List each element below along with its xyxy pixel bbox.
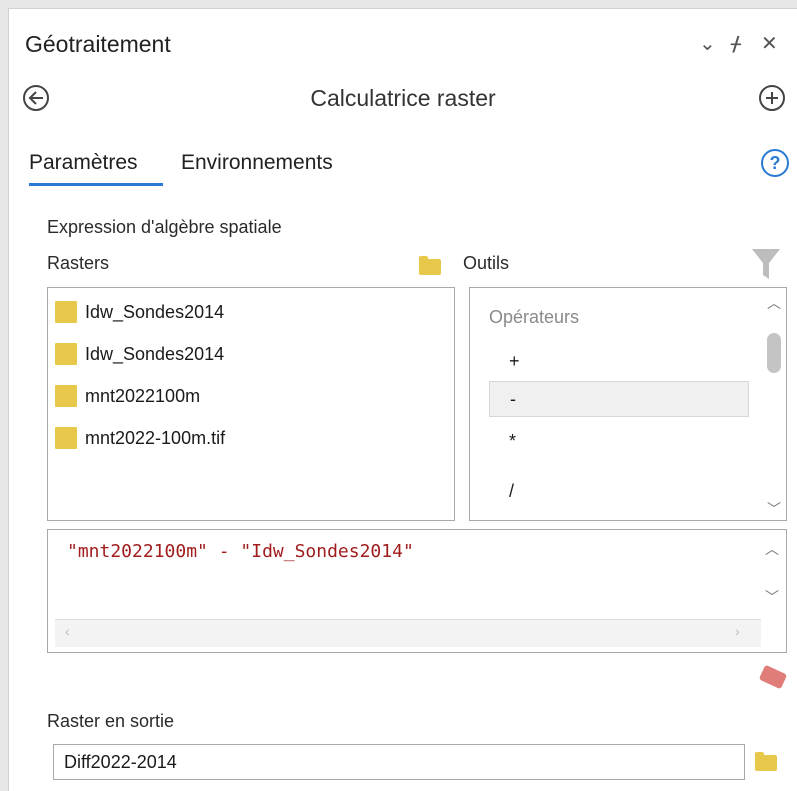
expr-scroll-left-icon[interactable]: ‹ <box>65 623 70 639</box>
operators-header: Opérateurs <box>489 307 580 327</box>
expr-horizontal-scrollbar[interactable] <box>55 619 761 647</box>
scroll-down-icon[interactable]: ﹀ <box>767 499 781 519</box>
expr-scroll-right-icon[interactable]: › <box>735 623 740 639</box>
browse-rasters-folder-icon[interactable] <box>419 256 443 275</box>
tab-environnements[interactable]: Environnements <box>181 151 333 175</box>
filter-icon[interactable] <box>751 247 781 286</box>
tab-parametres[interactable]: Paramètres <box>29 151 138 175</box>
tools-scrollbar-thumb[interactable] <box>767 333 781 373</box>
raster-layer-icon <box>55 301 77 323</box>
raster-item[interactable]: Idw_Sondes2014 <box>55 339 224 369</box>
raster-layer-icon <box>55 343 77 365</box>
raster-item-label: mnt2022-100m.tif <box>85 427 226 448</box>
operator-minus[interactable]: - <box>489 381 749 417</box>
outils-label: Outils <box>463 253 510 273</box>
pane-title: Géotraitement <box>25 31 171 57</box>
output-raster-input[interactable] <box>53 744 745 780</box>
expression-label: Expression d'algèbre spatiale <box>47 217 282 237</box>
raster-layer-icon <box>55 385 77 407</box>
output-folder-icon[interactable] <box>755 752 779 771</box>
raster-item-label: mnt2022100m <box>85 385 201 406</box>
operator-multiply[interactable]: * <box>489 423 749 459</box>
eraser-icon[interactable] <box>758 664 788 690</box>
scroll-up-icon[interactable]: ︿ <box>767 293 781 313</box>
close-icon[interactable]: ✕ <box>761 31 778 56</box>
raster-item-label: Idw_Sondes2014 <box>85 343 225 364</box>
expression-text[interactable]: "mnt2022100m" - "Idw_Sondes2014" <box>67 541 414 562</box>
output-raster-label: Raster en sortie <box>47 711 175 731</box>
raster-layer-icon <box>55 427 77 449</box>
add-icon[interactable] <box>759 85 785 111</box>
raster-item[interactable]: mnt2022-100m.tif <box>55 423 225 453</box>
raster-item[interactable]: mnt2022100m <box>55 381 200 411</box>
help-icon[interactable]: ? <box>761 149 789 177</box>
raster-item-label: Idw_Sondes2014 <box>85 301 225 322</box>
expr-scroll-down-icon[interactable]: ﹀ <box>765 587 779 607</box>
rasters-label: Rasters <box>47 253 110 273</box>
pin-icon[interactable]: ᚋ <box>731 31 741 56</box>
chevron-down-icon[interactable]: ⌄ <box>699 31 716 56</box>
tool-title: Calculatrice raster <box>310 85 496 111</box>
geoprocessing-pane: Géotraitement ⌄ ᚋ ✕ Calculatrice raster … <box>8 8 797 791</box>
expr-scroll-up-icon[interactable]: ︿ <box>765 539 779 559</box>
operator-plus[interactable]: + <box>489 343 749 379</box>
raster-item[interactable]: Idw_Sondes2014 <box>55 297 224 327</box>
operator-divide[interactable]: / <box>489 473 749 509</box>
active-tab-indicator <box>29 183 163 186</box>
